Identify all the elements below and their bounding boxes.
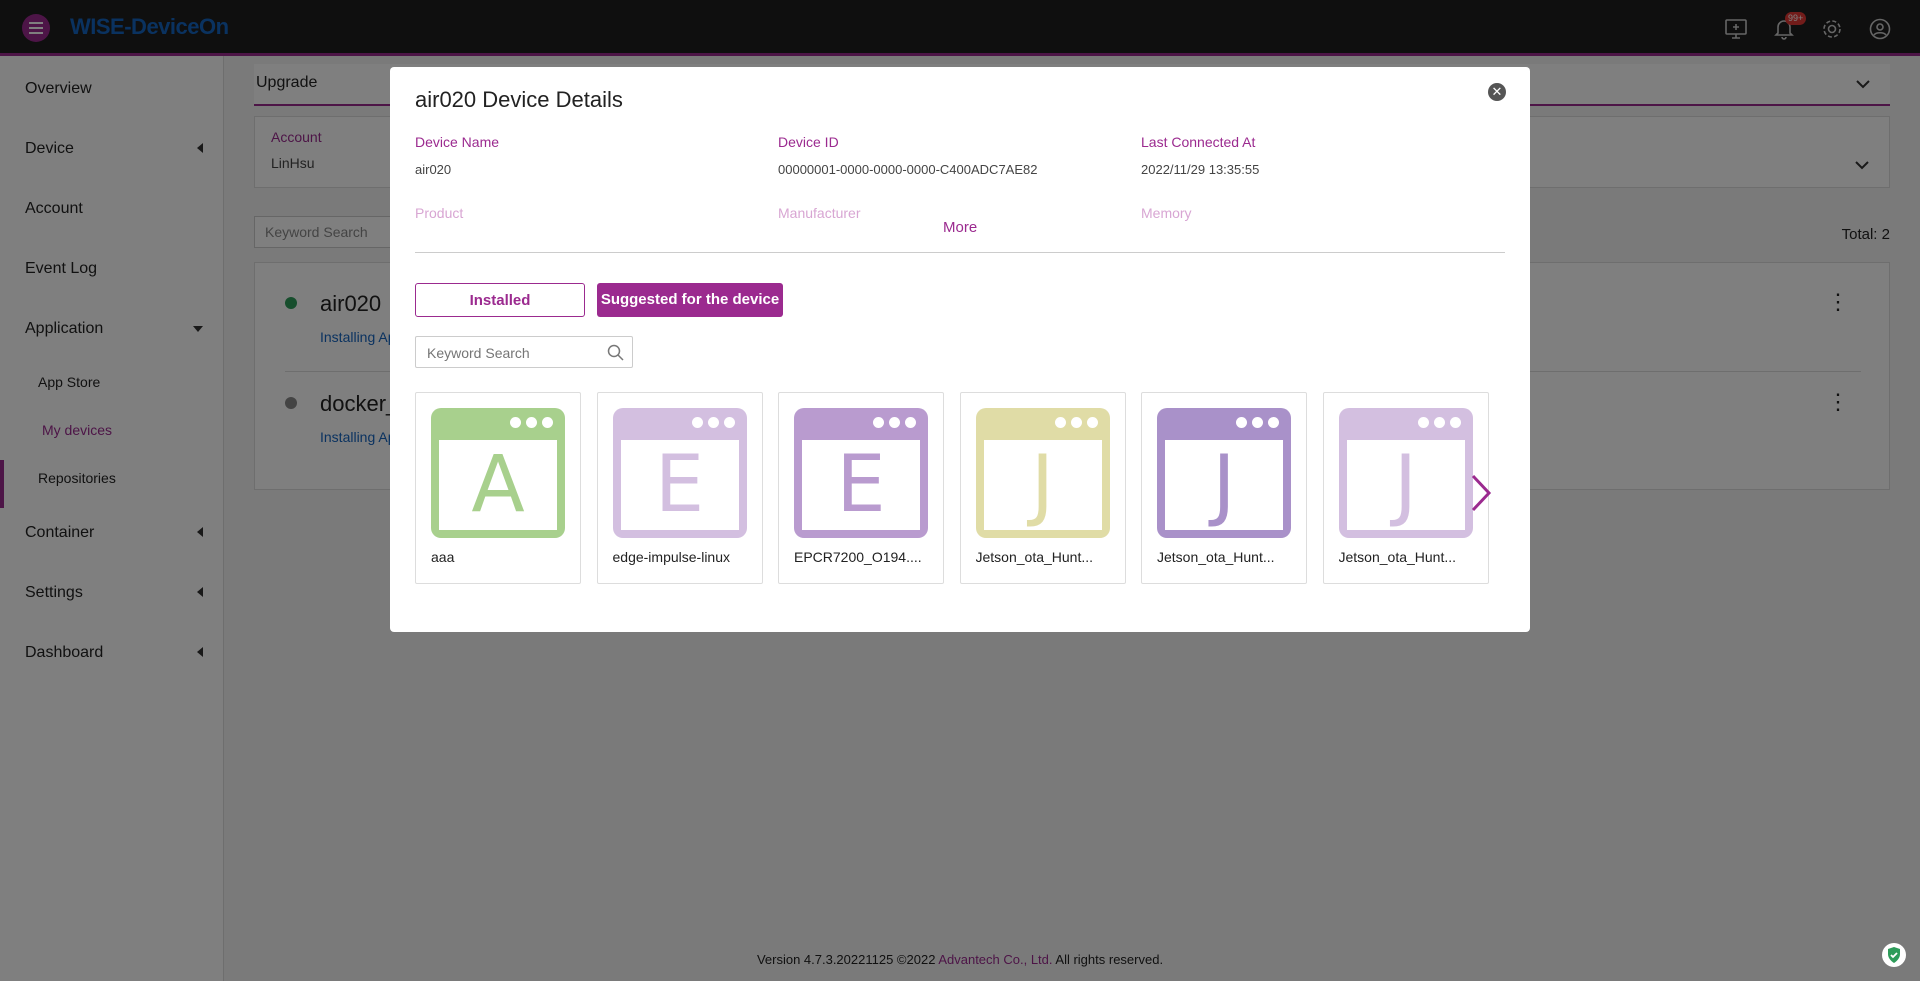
device-name-label: Device Name [415, 134, 500, 150]
app-name: edge-impulse-linux [612, 549, 731, 565]
device-id-label: Device ID [778, 134, 839, 150]
last-connected-value: 2022/11/29 13:35:55 [1141, 162, 1260, 177]
app-icon: J [975, 408, 1110, 538]
app-search-input[interactable] [425, 342, 599, 364]
app-icon: J [1157, 408, 1291, 538]
memory-label: Memory [1141, 205, 1192, 221]
more-link[interactable]: More [943, 219, 977, 236]
close-icon[interactable]: ✕ [1488, 83, 1506, 101]
app-icon-letter: A [439, 440, 557, 530]
product-label: Product [415, 205, 464, 221]
app-card[interactable]: E EPCR7200_O194.... [778, 392, 944, 584]
app-icon-letter: E [802, 440, 920, 530]
app-search [415, 336, 633, 368]
app-icon: E [612, 408, 747, 538]
divider [415, 252, 1505, 253]
app-card[interactable]: Aaaa [415, 392, 581, 584]
tab-installed[interactable]: Installed [415, 283, 585, 317]
app-icon-letter: J [983, 440, 1102, 530]
search-icon[interactable] [607, 344, 624, 361]
app-card[interactable]: J Jetson_ota_Hunt... [959, 392, 1126, 584]
shield-icon[interactable] [1882, 943, 1906, 967]
chevron-right-icon[interactable] [1470, 473, 1492, 513]
window-dots-icon [510, 417, 553, 428]
app-icon-letter: J [1165, 440, 1283, 530]
app-icon: A [431, 408, 565, 538]
app-icon: J [1338, 408, 1473, 538]
window-dots-icon [691, 417, 735, 428]
app-card[interactable]: Eedge-impulse-linux [596, 392, 763, 584]
app-icon-letter: E [620, 440, 739, 530]
window-dots-icon [873, 417, 916, 428]
tab-suggested[interactable]: Suggested for the device [597, 283, 783, 317]
manufacturer-label: Manufacturer [778, 205, 861, 221]
app-icon-letter: J [1346, 440, 1465, 530]
app-icon: E [794, 408, 928, 538]
device-details-modal: air020 Device Details ✕ Device Name air0… [390, 67, 1530, 632]
window-dots-icon [1417, 417, 1461, 428]
app-name: Jetson_ota_Hunt... [975, 549, 1094, 565]
app-name: Jetson_ota_Hunt... [1338, 549, 1457, 565]
device-name-value: air020 [415, 162, 452, 177]
device-id-value: 00000001-0000-0000-0000-C400ADC7AE82 [778, 162, 1038, 177]
window-dots-icon [1054, 417, 1098, 428]
app-card[interactable]: J Jetson_ota_Hunt... [1141, 392, 1307, 584]
app-name: Jetson_ota_Hunt... [1157, 549, 1275, 565]
app-name: aaa [431, 549, 455, 565]
last-connected-label: Last Connected At [1141, 134, 1256, 150]
window-dots-icon [1236, 417, 1279, 428]
app-name: EPCR7200_O194.... [794, 549, 922, 565]
modal-title: air020 Device Details [415, 87, 623, 112]
app-card[interactable]: J Jetson_ota_Hunt... [1322, 392, 1489, 584]
